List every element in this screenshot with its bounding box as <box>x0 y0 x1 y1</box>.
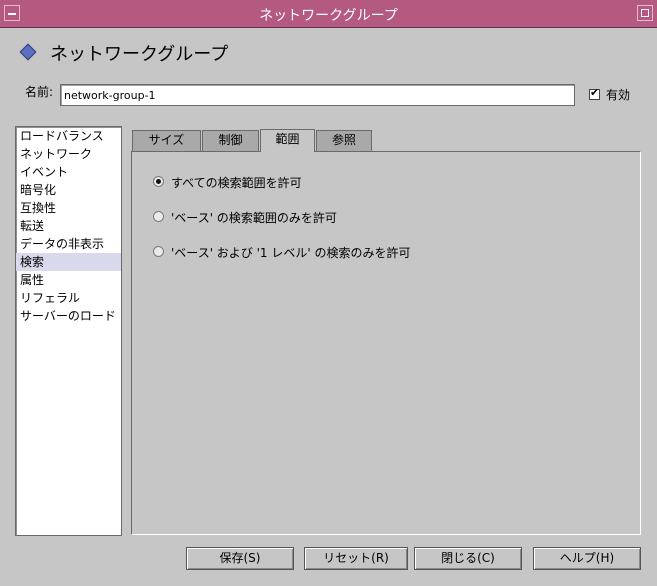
sidebar-item-referral[interactable]: リフェラル <box>16 289 121 307</box>
radio-button-base[interactable] <box>153 211 164 222</box>
sidebar-item-server-load[interactable]: サーバーのロード <box>16 307 121 325</box>
maximize-icon[interactable] <box>637 5 653 21</box>
enabled-label: 有効 <box>606 88 631 102</box>
checkmark-icon: ✔ <box>590 86 600 99</box>
window-title-bar: ネットワークグループ <box>0 0 657 28</box>
name-label: 名前: <box>25 85 54 99</box>
category-list: ロードバランス ネットワーク イベント 暗号化 互換性 転送 データの非表示 検… <box>15 126 122 536</box>
scope-option-base-one-level-label: 'ベース' および '1 レベル' の検索のみを許可 <box>171 246 411 260</box>
reset-button[interactable]: リセット(R) <box>304 547 408 570</box>
sidebar-item-encryption[interactable]: 暗号化 <box>16 181 121 199</box>
help-button[interactable]: ヘルプ(H) <box>533 547 641 570</box>
close-button[interactable]: 閉じる(C) <box>414 547 522 570</box>
scope-option-all-label: すべての検索範囲を許可 <box>171 176 302 190</box>
sidebar-item-attributes[interactable]: 属性 <box>16 271 121 289</box>
page-title: ネットワークグループ <box>50 44 229 65</box>
tab-scope[interactable]: 範囲 <box>260 129 315 152</box>
tab-size[interactable]: サイズ <box>132 130 201 151</box>
window-title: ネットワークグループ <box>259 8 398 24</box>
tab-reference[interactable]: 参照 <box>316 130 372 151</box>
sidebar-item-data-hiding[interactable]: データの非表示 <box>16 235 121 253</box>
sidebar-item-network[interactable]: ネットワーク <box>16 145 121 163</box>
radio-button-base-one-level[interactable] <box>153 246 164 257</box>
network-group-icon <box>19 43 37 61</box>
sidebar-item-load-balance[interactable]: ロードバランス <box>16 127 121 145</box>
sidebar-item-compatibility[interactable]: 互換性 <box>16 199 121 217</box>
enabled-checkbox[interactable]: ✔ <box>589 86 600 100</box>
name-input[interactable] <box>60 84 575 106</box>
sidebar-item-forwarding[interactable]: 転送 <box>16 217 121 235</box>
sidebar-item-events[interactable]: イベント <box>16 163 121 181</box>
tab-control[interactable]: 制御 <box>202 130 259 151</box>
sidebar-item-search[interactable]: 検索 <box>16 253 121 271</box>
radio-button-all[interactable] <box>153 176 164 187</box>
scope-option-base-label: 'ベース' の検索範囲のみを許可 <box>171 211 337 225</box>
save-button[interactable]: 保存(S) <box>186 547 294 570</box>
